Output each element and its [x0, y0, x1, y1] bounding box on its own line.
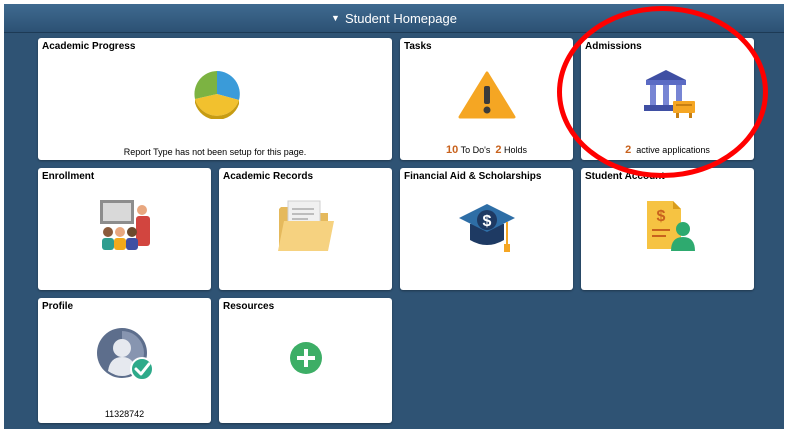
page-title: Student Homepage	[344, 10, 457, 26]
tile-title: Profile	[42, 301, 74, 312]
tile-tasks[interactable]: Tasks 10 To Do's 2 Holds	[400, 38, 573, 160]
warning-icon	[458, 71, 516, 119]
tile-title: Enrollment	[42, 171, 95, 182]
holds-count: 2	[495, 144, 502, 156]
page-banner[interactable]: ▼ Student Homepage	[4, 4, 784, 33]
tasks-summary[interactable]: 10 To Do's 2 Holds	[400, 144, 573, 156]
tile-profile[interactable]: Profile 11328742	[38, 298, 211, 423]
tile-financial-aid[interactable]: Financial Aid & Scholarships $	[400, 168, 573, 290]
tile-resources[interactable]: Resources	[219, 298, 392, 423]
applications-count: 2	[625, 144, 632, 156]
pie-chart-icon	[194, 71, 240, 119]
user-verified-icon	[97, 328, 154, 381]
svg-text:$: $	[657, 208, 666, 225]
tile-title: Academic Progress	[42, 41, 136, 52]
todo-count: 10	[446, 144, 459, 156]
account-bill-icon: $	[647, 201, 695, 251]
graduation-cap-dollar-icon: $	[459, 204, 515, 252]
classroom-icon	[100, 200, 150, 250]
folder-icon	[278, 200, 334, 251]
tile-student-account[interactable]: Student Account $	[581, 168, 754, 290]
tile-title: Student Account	[585, 171, 665, 182]
applications-label: active applications	[636, 145, 710, 155]
tile-admissions[interactable]: Admissions 2 active applications	[581, 38, 754, 160]
tile-enrollment[interactable]: Enrollment	[38, 168, 211, 290]
todo-label: To Do's	[460, 145, 491, 155]
report-message: Report Type has not been setup for this …	[123, 147, 307, 157]
admissions-summary[interactable]: 2 active applications	[581, 144, 754, 156]
tile-title: Financial Aid & Scholarships	[404, 171, 542, 182]
add-circle-icon	[290, 342, 322, 374]
holds-label: Holds	[503, 145, 527, 155]
caret-down-icon[interactable]: ▼	[331, 13, 340, 23]
tile-title: Resources	[223, 301, 275, 312]
svg-text:$: $	[483, 213, 492, 230]
tile-academic-progress[interactable]: Academic Progress Report Type has not be…	[38, 38, 392, 160]
profile-id: 11328742	[104, 409, 145, 419]
tile-title: Tasks	[404, 41, 432, 52]
institution-icon	[644, 70, 695, 118]
homepage-background: ▼ Student Homepage Academic Progress Rep…	[4, 4, 784, 429]
tile-title: Admissions	[585, 41, 642, 52]
tile-academic-records[interactable]: Academic Records	[219, 168, 392, 290]
tile-title: Academic Records	[223, 171, 314, 182]
